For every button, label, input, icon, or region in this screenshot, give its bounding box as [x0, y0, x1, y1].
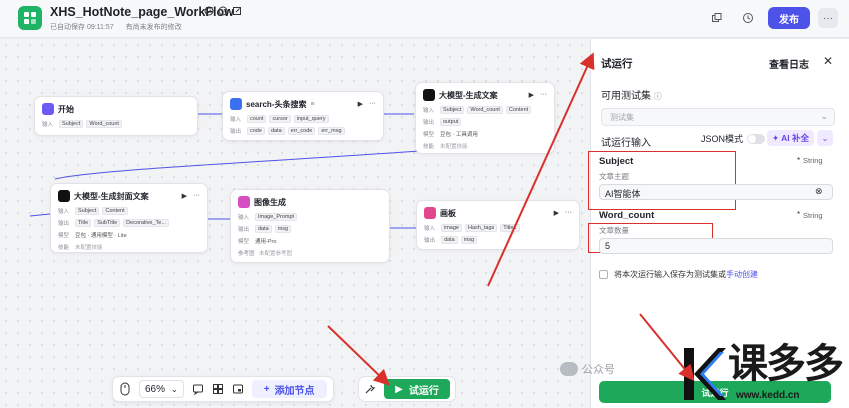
- field-subject-name: Subject: [599, 156, 634, 167]
- node-llm-cover[interactable]: 大模型-生成封面文案 ▶ ··· 输入 Subject Content 输出 Ti…: [50, 183, 208, 253]
- search-plugin-icon: [230, 98, 242, 110]
- run-input-label: 试运行输入: [601, 138, 651, 149]
- autosave-status: 已自动保存 09:11:57: [50, 24, 114, 31]
- run-node-icon[interactable]: ▶: [182, 192, 187, 200]
- save-checkbox[interactable]: [599, 270, 608, 279]
- sparkle-icon: ✦: [772, 132, 780, 143]
- top-bar: XHS_HotNote_page_WorkFlow 已自动保存 09:11:57…: [0, 0, 849, 38]
- node-search[interactable]: search-头条搜索 ≡ ▶ ··· 输入 count cursor input…: [222, 91, 384, 141]
- pointer-icon[interactable]: [119, 382, 131, 396]
- workflow-logo-icon: [18, 6, 42, 30]
- run-toolbar: ▶ 试运行: [358, 376, 456, 402]
- ai-complete-button[interactable]: ✦ AI 补全: [767, 130, 814, 146]
- panel-title: 试运行: [601, 58, 633, 70]
- info-icon[interactable]: [218, 6, 228, 16]
- image-gen-icon: [238, 196, 250, 208]
- node-title: 开始: [58, 104, 74, 114]
- comment-icon[interactable]: [192, 383, 204, 395]
- wrench-icon[interactable]: [364, 383, 376, 395]
- copy-button[interactable]: [708, 9, 726, 27]
- brand-url: www.kedd.cn: [736, 390, 800, 401]
- node-llm-copy[interactable]: 大模型-生成文案 ▶ ··· 输入 Subject Word_count Cont…: [415, 82, 555, 154]
- start-node-icon: [42, 103, 54, 115]
- testset-select[interactable]: 测试集 ⌄: [601, 108, 835, 126]
- unpublished-status: 有尚未发布的修改: [125, 24, 182, 31]
- brand-k-logo-icon: [684, 348, 726, 400]
- history-button[interactable]: [739, 9, 757, 27]
- node-start[interactable]: 开始 输入 Subject Word_count: [34, 96, 198, 136]
- verified-icon: [204, 6, 214, 16]
- history-icon: [743, 13, 753, 23]
- edit-icon[interactable]: [232, 6, 242, 16]
- field-wordcount-name: Word_count: [599, 210, 655, 221]
- wordcount-input[interactable]: 5: [599, 238, 833, 254]
- field-subject-type: String: [803, 156, 823, 165]
- canvas-toolbar: 66% ⌄ + 添加节点: [112, 376, 334, 402]
- toggle-switch[interactable]: [747, 133, 766, 144]
- chevron-down-icon: ⌄: [820, 111, 828, 121]
- add-node-button[interactable]: + 添加节点: [251, 380, 327, 398]
- play-icon: ▶: [395, 383, 403, 395]
- node-image-gen[interactable]: 图像生成 输入 Image_Prompt 输出 data msg 模型 通用-P…: [230, 189, 390, 263]
- testset-label: 可用测试集 ⓘ: [601, 91, 662, 102]
- info-icon[interactable]: ⓘ: [654, 92, 662, 101]
- copy-icon: [712, 13, 722, 22]
- wechat-icon: [560, 362, 578, 376]
- wechat-watermark: 公众号: [560, 361, 615, 377]
- plus-icon: +: [263, 383, 270, 395]
- run-node-icon[interactable]: ▶: [358, 100, 363, 108]
- llm-icon: [58, 190, 70, 202]
- run-node-icon[interactable]: ▶: [529, 91, 534, 99]
- minimap-icon[interactable]: [232, 383, 244, 395]
- field-wordcount-type: String: [803, 211, 823, 220]
- more-button[interactable]: ···: [818, 8, 838, 28]
- workflow-canvas[interactable]: 开始 输入 Subject Word_count search-头条搜索 ≡ ▶…: [0, 39, 590, 408]
- node-more-icon[interactable]: ···: [369, 100, 376, 108]
- test-run-button[interactable]: ▶ 试运行: [384, 379, 450, 399]
- save-as-testset[interactable]: 将本次运行输入保存为测试集或手动创建: [599, 269, 758, 280]
- ai-options-chevron-icon[interactable]: ⌄: [817, 130, 833, 146]
- node-more-icon[interactable]: ···: [193, 192, 200, 200]
- chevron-down-icon: ⌄: [171, 384, 178, 394]
- clear-icon[interactable]: ⊗: [815, 186, 823, 197]
- llm-icon: [423, 89, 435, 101]
- node-canvas-board[interactable]: 画板 ▶ ··· 输入 image Hash_tags Title1 输出 dat…: [416, 200, 580, 250]
- run-node-icon[interactable]: ▶: [554, 209, 559, 217]
- view-log-link[interactable]: 查看日志: [769, 56, 809, 71]
- manual-create-link[interactable]: 手动创建: [726, 270, 758, 279]
- close-icon[interactable]: ✕: [823, 54, 833, 68]
- field-subject-desc: 文章主题: [599, 172, 629, 181]
- canvas-board-icon: [424, 207, 436, 219]
- zoom-select[interactable]: 66% ⌄: [139, 380, 184, 398]
- subject-input[interactable]: AI智能体: [599, 184, 833, 200]
- brand-watermark: 课多多: [728, 341, 844, 387]
- publish-button[interactable]: 发布: [768, 7, 810, 29]
- field-wordcount-desc: 文章数量: [599, 226, 629, 235]
- layout-icon[interactable]: [212, 383, 224, 395]
- node-more-icon[interactable]: ···: [565, 209, 572, 217]
- json-mode-toggle[interactable]: JSON模式: [701, 132, 766, 145]
- node-more-icon[interactable]: ···: [540, 91, 547, 99]
